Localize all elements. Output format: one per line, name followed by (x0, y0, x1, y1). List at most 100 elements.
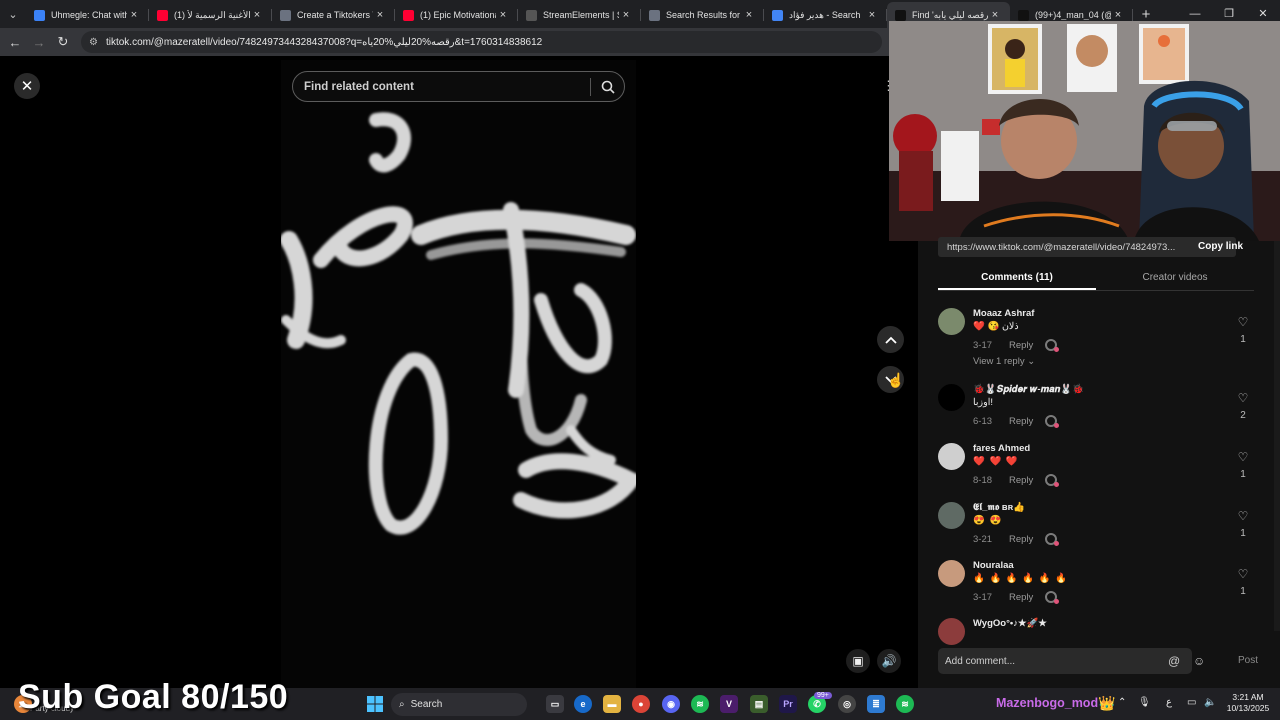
mention-icon[interactable]: @ (1168, 654, 1180, 668)
add-comment-field[interactable]: Add comment... @ ☺ (938, 648, 1205, 674)
browser-tab[interactable]: Uhmegle: Chat with S× (26, 2, 149, 28)
tiktok-icon (1018, 9, 1029, 21)
avatar[interactable] (938, 443, 965, 470)
comment-author[interactable]: fares Ahmed (973, 443, 1030, 454)
emoji-icon[interactable]: ☺ (1193, 654, 1205, 668)
tab-search-menu-icon[interactable]: ⌄ (0, 0, 26, 28)
comment-date: 3-17 (973, 339, 993, 351)
file-explorer-icon[interactable]: ▬ (603, 695, 621, 713)
like-button[interactable]: ♡ 1 (1234, 568, 1252, 597)
tab-title: Search Results for 'c (666, 10, 742, 20)
tab-title: Uhmegle: Chat with S (51, 10, 127, 20)
close-tab-icon[interactable]: × (127, 9, 141, 21)
volume-icon[interactable]: 🔊 (877, 649, 901, 673)
comment-author[interactable]: 🐞🐰𝑺𝒑𝒊𝒅𝒆𝒓 𝒘-𝒎𝒂𝒏🐰🐞 (973, 384, 1084, 395)
avatar[interactable] (938, 502, 965, 529)
browser-toolbar: ← → ↻ ⚙ tiktok.com/@mazeratell/video/748… (0, 28, 890, 56)
find-related-search[interactable]: Find related content (292, 71, 625, 102)
close-tab-icon[interactable]: × (865, 9, 879, 21)
reply-button[interactable]: Reply (1009, 416, 1033, 427)
tab-comments[interactable]: Comments (11) (938, 267, 1096, 290)
comment-author[interactable]: WygOo°•♪★🚀★ (973, 618, 1047, 629)
language-indicator[interactable]: ع (1166, 697, 1172, 708)
avatar[interactable] (938, 618, 965, 645)
network-icon[interactable]: ▭ (1187, 697, 1196, 708)
spotify-active-icon[interactable]: ≋ (896, 695, 914, 713)
browser-tab[interactable]: (1) Epic Motivational × (395, 2, 518, 28)
tab-title: هدير فؤاد - Search (789, 9, 861, 20)
premiere-icon[interactable]: Pr (779, 695, 797, 713)
microphone-icon[interactable]: 🎙 (1138, 697, 1151, 708)
search-icon: ⌕ (399, 699, 405, 710)
reply-button[interactable]: Reply (1009, 340, 1033, 351)
close-tab-icon[interactable]: × (496, 9, 510, 21)
avatar[interactable] (938, 308, 965, 335)
like-count: 1 (1240, 334, 1246, 345)
close-tab-icon[interactable]: × (619, 9, 633, 21)
like-count: 1 (1240, 528, 1246, 539)
like-button[interactable]: ♡ 2 (1234, 392, 1252, 421)
edge-icon[interactable]: e (574, 695, 592, 713)
browser-tab[interactable]: هدير فؤاد - Search × (764, 2, 887, 28)
speaker-icon[interactable]: 🔈 (1204, 697, 1216, 708)
creator-avatar-icon (1045, 474, 1060, 487)
back-icon[interactable]: ← (3, 35, 27, 50)
creator-avatar-icon (1045, 339, 1060, 352)
reply-button[interactable]: Reply (1009, 475, 1033, 486)
post-button[interactable]: Post (1238, 655, 1258, 666)
task-view-icon[interactable]: ▭ (546, 695, 564, 713)
reply-button[interactable]: Reply (1009, 592, 1033, 603)
tray-overflow-icon[interactable]: ⌃ (1118, 697, 1126, 708)
comment-author[interactable]: Moaaz Ashraf (973, 308, 1034, 319)
view-replies-button[interactable]: View 1 reply ⌄ (973, 356, 1035, 367)
discord-icon[interactable]: ◉ (662, 695, 680, 713)
like-count: 2 (1240, 410, 1246, 421)
close-video-button[interactable]: ✕ (14, 73, 40, 99)
like-button[interactable]: ♡ 1 (1234, 316, 1252, 345)
comment-text: 😍 😍 (973, 515, 1003, 526)
like-button[interactable]: ♡ 1 (1234, 510, 1252, 539)
avatar[interactable] (938, 560, 965, 587)
reply-button[interactable]: Reply (1009, 534, 1033, 545)
taskbar-search-label: Search (410, 699, 443, 710)
obs-icon[interactable]: ◎ (838, 695, 856, 713)
avatar[interactable] (938, 384, 965, 411)
notification-badge: 99+ (814, 692, 832, 699)
tab-creator-videos[interactable]: Creator videos (1096, 267, 1254, 290)
comment-author[interactable]: Nouralaa (973, 560, 1014, 571)
close-tab-icon[interactable]: × (742, 9, 756, 21)
taskbar-search[interactable]: ⌕ Search (391, 693, 527, 716)
vegas-icon[interactable]: V (720, 695, 738, 713)
start-icon[interactable] (366, 695, 384, 713)
new-tab-button[interactable]: + (1133, 6, 1159, 23)
video-player[interactable] (280, 60, 643, 688)
taskbar-clock[interactable]: 3:21 AM 10/13/2025 (1222, 692, 1274, 714)
close-tab-icon[interactable]: × (250, 9, 264, 21)
search-placeholder: Find related content (304, 80, 414, 93)
browser-tab[interactable]: (1) الأغنية الرسمية لأ × (149, 2, 272, 28)
previous-video-button[interactable] (877, 326, 904, 353)
browser-tab[interactable]: Search Results for 'c × (641, 2, 764, 28)
notepad-icon[interactable]: ≣ (867, 695, 885, 713)
site-info-icon[interactable]: ⚙ (89, 37, 98, 48)
uhmegle-icon (34, 9, 45, 21)
reload-icon[interactable]: ↻ (51, 34, 75, 50)
spotify-icon[interactable]: ≋ (691, 695, 709, 713)
comment-author[interactable]: 𝕰𝖑_𝖒𝖔 ʙʀ👍 (973, 502, 1025, 513)
picture-in-picture-icon[interactable]: ▣ (846, 649, 870, 673)
search-icon[interactable] (591, 71, 624, 102)
app-icon[interactable]: ▤ (750, 695, 768, 713)
browser-tab[interactable]: StreamElements | Sub× (518, 2, 641, 28)
like-button[interactable]: ♡ 1 (1234, 451, 1252, 480)
browser-tab[interactable]: Create a Tiktokers Tie× (272, 2, 395, 28)
tab-title: Create a Tiktokers Tie (297, 10, 373, 20)
chrome-icon[interactable]: ● (632, 695, 650, 713)
copy-link-button[interactable]: Copy link (1198, 241, 1243, 252)
close-tab-icon[interactable]: × (373, 9, 387, 21)
share-link-field[interactable]: https://www.tiktok.com/@mazeratell/video… (938, 237, 1236, 257)
scrollbar[interactable] (1274, 241, 1280, 631)
close-tab-icon[interactable]: × (1111, 9, 1125, 21)
close-tab-icon[interactable]: × (988, 9, 1002, 21)
address-bar[interactable]: ⚙ tiktok.com/@mazeratell/video/748249734… (81, 31, 882, 53)
forward-icon[interactable]: → (27, 35, 51, 50)
